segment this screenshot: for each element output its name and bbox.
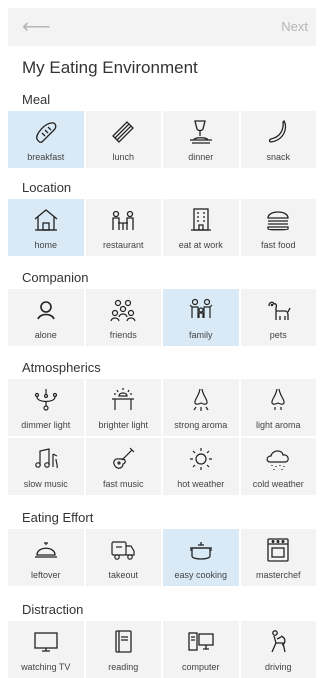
option-easy-cooking[interactable]: easy cooking bbox=[163, 529, 239, 586]
option-alone[interactable]: alone bbox=[8, 289, 84, 346]
option-brighter-light[interactable]: brighter light bbox=[85, 379, 161, 436]
option-leftover[interactable]: leftover bbox=[8, 529, 84, 586]
bread-icon bbox=[35, 122, 57, 143]
option-label: home bbox=[34, 240, 57, 250]
option-breakfast[interactable]: breakfast bbox=[8, 111, 84, 168]
dining-table-icon bbox=[112, 210, 134, 230]
option-label: reading bbox=[108, 662, 139, 672]
section-label-eating-effort: Eating Effort bbox=[22, 510, 94, 525]
next-button[interactable]: Next bbox=[281, 19, 308, 34]
option-label: hot weather bbox=[177, 479, 225, 489]
section-label-distraction: Distraction bbox=[22, 602, 84, 617]
option-label: brighter light bbox=[98, 420, 149, 430]
option-driving[interactable]: driving bbox=[240, 621, 316, 678]
option-label: dimmer light bbox=[21, 420, 71, 430]
option-dinner[interactable]: dinner bbox=[163, 111, 239, 168]
family-icon bbox=[189, 298, 213, 318]
option-family[interactable]: family bbox=[163, 289, 239, 346]
nose-light-icon bbox=[271, 388, 285, 410]
section-label-atmospherics: Atmospherics bbox=[22, 360, 101, 375]
option-label: watching TV bbox=[21, 662, 71, 672]
book-icon bbox=[115, 630, 132, 653]
banana-icon bbox=[269, 119, 287, 143]
option-fast-music[interactable]: fast music bbox=[85, 438, 161, 495]
page-title: My Eating Environment bbox=[22, 58, 198, 77]
chandelier-icon bbox=[34, 389, 57, 411]
sun-icon bbox=[189, 448, 212, 470]
section-label-companion: Companion bbox=[22, 270, 89, 285]
option-dimmer-light[interactable]: dimmer light bbox=[8, 379, 84, 436]
option-label: easy cooking bbox=[174, 570, 228, 580]
option-label: cold weather bbox=[252, 479, 304, 489]
top-bar: ⟵ Next bbox=[8, 8, 316, 46]
option-label: leftover bbox=[30, 570, 61, 580]
option-label: driving bbox=[264, 662, 292, 672]
option-label: slow music bbox=[23, 479, 68, 489]
cooking-pot-icon bbox=[189, 542, 212, 560]
delivery-truck-icon bbox=[111, 541, 135, 560]
option-label: masterchef bbox=[255, 570, 301, 580]
option-label: snack bbox=[266, 152, 290, 162]
option-takeout[interactable]: takeout bbox=[85, 529, 161, 586]
tv-icon bbox=[34, 632, 58, 652]
option-light-aroma[interactable]: light aroma bbox=[240, 379, 316, 436]
sandwich-icon bbox=[112, 121, 135, 143]
option-home[interactable]: home bbox=[8, 199, 84, 256]
snow-cloud-icon bbox=[266, 450, 289, 470]
option-label: family bbox=[188, 330, 213, 340]
cloche-icon bbox=[34, 542, 57, 558]
option-slow-music[interactable]: slow music bbox=[8, 438, 84, 495]
wine-plate-icon bbox=[189, 120, 212, 144]
option-strong-aroma[interactable]: strong aroma bbox=[163, 379, 239, 436]
option-label: light aroma bbox=[255, 420, 301, 430]
option-cold-weather[interactable]: cold weather bbox=[240, 438, 316, 495]
guitar-icon bbox=[113, 447, 135, 469]
stove-icon bbox=[267, 538, 289, 562]
option-label: pets bbox=[269, 330, 287, 340]
option-label: strong aroma bbox=[174, 420, 228, 430]
computer-icon bbox=[188, 632, 214, 651]
option-label: restaurant bbox=[102, 240, 144, 250]
option-fast-food[interactable]: fast food bbox=[240, 199, 316, 256]
option-eat-at-work[interactable]: eat at work bbox=[163, 199, 239, 256]
option-label: friends bbox=[109, 330, 137, 340]
music-notes-icon bbox=[34, 448, 58, 469]
group-icon bbox=[110, 299, 136, 322]
option-pets[interactable]: pets bbox=[240, 289, 316, 346]
option-label: computer bbox=[181, 662, 220, 672]
burger-icon bbox=[267, 211, 289, 231]
option-restaurant[interactable]: restaurant bbox=[85, 199, 161, 256]
office-building-icon bbox=[190, 208, 211, 231]
dog-icon bbox=[268, 301, 291, 320]
option-label: takeout bbox=[108, 570, 139, 580]
option-label: lunch bbox=[112, 152, 134, 162]
option-masterchef[interactable]: masterchef bbox=[240, 529, 316, 586]
section-label-location: Location bbox=[22, 180, 72, 195]
section-label-meal: Meal bbox=[22, 92, 51, 107]
driving-icon bbox=[271, 630, 286, 653]
option-computer[interactable]: computer bbox=[163, 621, 239, 678]
option-label: eat at work bbox=[178, 240, 223, 250]
option-reading[interactable]: reading bbox=[85, 621, 161, 678]
bright-lamp-icon bbox=[112, 388, 135, 410]
option-label: breakfast bbox=[27, 152, 65, 162]
option-hot-weather[interactable]: hot weather bbox=[163, 438, 239, 495]
option-snack[interactable]: snack bbox=[240, 111, 316, 168]
option-lunch[interactable]: lunch bbox=[85, 111, 161, 168]
person-icon bbox=[36, 301, 55, 320]
option-label: alone bbox=[34, 330, 57, 340]
option-label: fast food bbox=[260, 240, 296, 250]
option-friends[interactable]: friends bbox=[85, 289, 161, 346]
option-watching-tv[interactable]: watching TV bbox=[8, 621, 84, 678]
house-icon bbox=[34, 209, 58, 231]
nose-strong-icon bbox=[193, 388, 209, 411]
option-label: dinner bbox=[188, 152, 214, 162]
option-label: fast music bbox=[102, 479, 144, 489]
back-arrow-icon[interactable]: ⟵ bbox=[22, 17, 51, 37]
